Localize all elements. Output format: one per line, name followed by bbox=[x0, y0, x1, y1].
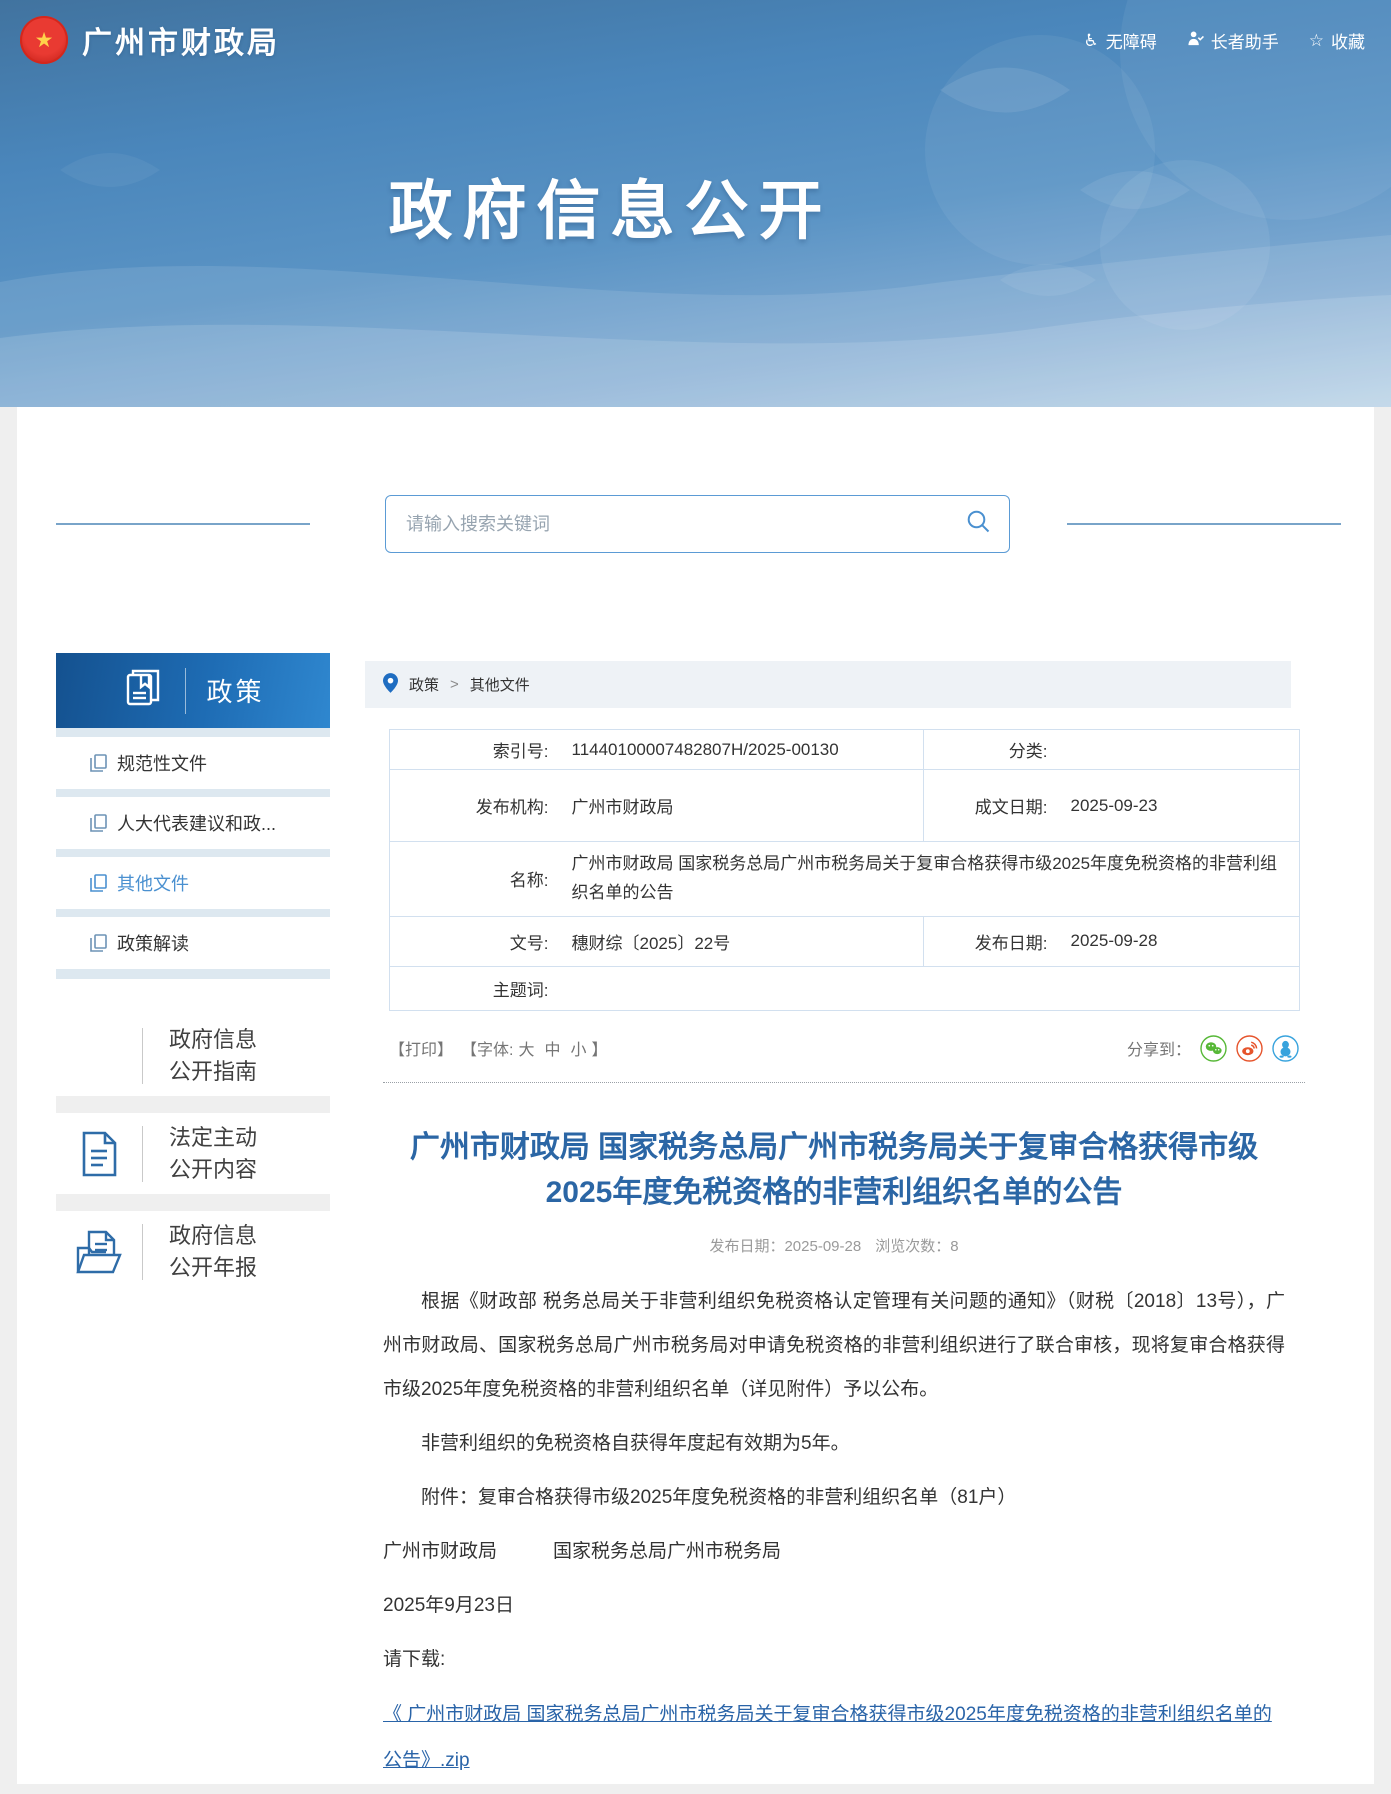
attachment-row: 《 广州市财政局 国家税务总局广州市税务局关于复审合格获得市级2025年度免税资… bbox=[383, 1692, 1285, 1784]
font-size-small[interactable]: 小 bbox=[571, 1036, 587, 1060]
doc-copy-icon bbox=[90, 754, 107, 772]
sidebar-boxes: 政府信息 公开指南 法定主动 公开内容 bbox=[56, 1015, 330, 1292]
publish-date-value: 2025-09-28 bbox=[1049, 916, 1300, 966]
signature-line: 广州市财政局 国家税务总局广州市税务局 bbox=[383, 1530, 1285, 1574]
paragraph: 非营利组织的免税资格自获得年度起有效期为5年。 bbox=[383, 1422, 1285, 1466]
wechat-share-icon[interactable] bbox=[1200, 1035, 1227, 1062]
signature-org-right: 国家税务总局广州市税务局 bbox=[553, 1541, 781, 1562]
sidebar-box-disclosure-guide[interactable]: 政府信息 公开指南 bbox=[56, 1015, 330, 1096]
views-label: 浏览次数： bbox=[875, 1238, 950, 1255]
sidebar: 政策 规范性文件 人大代表建议和政... bbox=[56, 653, 330, 1794]
written-date-label: 成文日期: bbox=[924, 770, 1049, 842]
site-name: 广州市财政局 bbox=[82, 18, 280, 62]
accessibility-link[interactable]: ♿ 无障碍 bbox=[1084, 28, 1157, 53]
share-label: 分享到： bbox=[1127, 1036, 1191, 1060]
name-value: 广州市财政局 国家税务总局广州市税务局关于复审合格获得市级2025年度免税资格的… bbox=[550, 842, 1300, 917]
name-label: 名称: bbox=[390, 842, 550, 917]
decor-line-left bbox=[56, 523, 310, 525]
divider bbox=[142, 1224, 143, 1280]
article-title: 广州市财政局 国家税务总局广州市税务局关于复审合格获得市级2025年度免税资格的… bbox=[399, 1125, 1269, 1215]
divider bbox=[185, 668, 186, 714]
category-label: 分类: bbox=[924, 730, 1049, 770]
font-size-prefix: 【字体: bbox=[461, 1036, 513, 1060]
article-body: 根据《财政部 税务总局关于非营利组织免税资格认定管理有关问题的通知》（财税〔20… bbox=[383, 1280, 1285, 1784]
decor-line-right bbox=[1067, 523, 1341, 525]
publish-date-label: 发布日期: bbox=[924, 916, 1049, 966]
doc-number-label: 文号: bbox=[390, 916, 550, 966]
sidebar-box-statutory-disclosure[interactable]: 法定主动 公开内容 bbox=[56, 1113, 330, 1194]
sidebar-menu: 规范性文件 人大代表建议和政... 其他文件 bbox=[56, 728, 330, 979]
search-box bbox=[385, 495, 1010, 553]
paragraph: 附件：复审合格获得市级2025年度免税资格的非营利组织名单（81户） bbox=[383, 1476, 1285, 1520]
favorite-link[interactable]: ☆ 收藏 bbox=[1309, 28, 1365, 53]
top-bar: ★ 广州市财政局 ♿ 无障碍 长者助手 ☆ 收藏 bbox=[0, 0, 1391, 80]
search-section bbox=[17, 407, 1374, 553]
divider bbox=[142, 1028, 143, 1084]
views-count: 8 bbox=[950, 1238, 958, 1255]
attachment-download-link[interactable]: 《 广州市财政局 国家税务总局广州市税务局关于复审合格获得市级2025年度免税资… bbox=[383, 1704, 1272, 1771]
publish-date-meta-label: 发布日期： bbox=[709, 1238, 784, 1255]
breadcrumb-current: 其他文件 bbox=[470, 674, 530, 695]
breadcrumb-separator: > bbox=[450, 676, 459, 693]
elder-assist-link[interactable]: 长者助手 bbox=[1187, 28, 1279, 53]
divider bbox=[142, 1126, 143, 1182]
page-title: 政府信息公开 bbox=[0, 160, 1306, 252]
article-toolbar: 【打印】 【字体: 大 中 小 】 分享到： bbox=[389, 1035, 1299, 1062]
print-button[interactable]: 【打印】 bbox=[389, 1036, 453, 1060]
sidebar-header-policy[interactable]: 政策 bbox=[56, 653, 330, 728]
keywords-value bbox=[550, 966, 1300, 1010]
breadcrumb: 政策 > 其他文件 bbox=[365, 661, 1291, 708]
sidebar-item-other-documents[interactable]: 其他文件 bbox=[56, 857, 330, 909]
written-date-value: 2025-09-23 bbox=[1049, 770, 1300, 842]
search-button[interactable] bbox=[947, 508, 1009, 540]
sidebar-item-npc-suggestions[interactable]: 人大代表建议和政... bbox=[56, 797, 330, 849]
location-pin-icon bbox=[383, 673, 398, 697]
font-size-suffix: 】 bbox=[592, 1036, 608, 1060]
paragraph: 根据《财政部 税务总局关于非营利组织免税资格认定管理有关问题的通知》（财税〔20… bbox=[383, 1280, 1285, 1412]
font-size-medium[interactable]: 中 bbox=[544, 1036, 560, 1060]
sidebar-item-normative-documents[interactable]: 规范性文件 bbox=[56, 737, 330, 789]
search-input[interactable] bbox=[386, 496, 947, 552]
sidebar-item-policy-interpretation[interactable]: 政策解读 bbox=[56, 917, 330, 969]
document-meta-table: 索引号: 11440100007482807H/2025-00130 分类: 发… bbox=[389, 729, 1300, 1011]
keywords-label: 主题词: bbox=[390, 966, 550, 1010]
doc-number-value: 穗财综〔2025〕22号 bbox=[550, 916, 924, 966]
top-links: ♿ 无障碍 长者助手 ☆ 收藏 bbox=[1084, 28, 1366, 53]
search-icon bbox=[965, 508, 992, 540]
sidebar-box-annual-report[interactable]: 政府信息 公开年报 bbox=[56, 1211, 330, 1292]
accessibility-icon: ♿ bbox=[1084, 32, 1099, 49]
doc-copy-icon bbox=[90, 874, 107, 892]
signature-org-left: 广州市财政局 bbox=[383, 1541, 497, 1562]
signature-date: 2025年9月23日 bbox=[383, 1584, 1285, 1628]
index-label: 索引号: bbox=[390, 730, 550, 770]
font-size-large[interactable]: 大 bbox=[518, 1036, 534, 1060]
breadcrumb-policy[interactable]: 政策 bbox=[409, 674, 439, 695]
download-label: 请下载: bbox=[383, 1638, 1285, 1682]
elder-assist-icon bbox=[1187, 30, 1204, 50]
policy-book-icon bbox=[121, 666, 165, 715]
article-meta: 发布日期：2025-09-28 浏览次数：8 bbox=[365, 1235, 1303, 1256]
dotted-divider bbox=[383, 1082, 1305, 1083]
doc-copy-icon bbox=[90, 934, 107, 952]
content-panel: 政策 规范性文件 人大代表建议和政... bbox=[17, 407, 1374, 1784]
index-value: 11440100007482807H/2025-00130 bbox=[550, 730, 924, 770]
favorite-star-icon: ☆ bbox=[1309, 32, 1324, 49]
site-brand[interactable]: ★ 广州市财政局 bbox=[20, 16, 280, 64]
category-value bbox=[1049, 730, 1300, 770]
national-emblem-icon: ★ bbox=[20, 16, 68, 64]
doc-copy-icon bbox=[90, 814, 107, 832]
qq-share-icon[interactable] bbox=[1272, 1035, 1299, 1062]
publisher-label: 发布机构: bbox=[390, 770, 550, 842]
publisher-value: 广州市财政局 bbox=[550, 770, 924, 842]
main-content: 政策 > 其他文件 索引号: 11440100007482807H/2025-0… bbox=[365, 653, 1303, 1794]
hero-banner: ★ 广州市财政局 ♿ 无障碍 长者助手 ☆ 收藏 政府信息公开 bbox=[0, 0, 1391, 407]
folder-report-icon bbox=[56, 1226, 142, 1278]
weibo-share-icon[interactable] bbox=[1236, 1035, 1263, 1062]
publish-date-meta: 2025-09-28 bbox=[784, 1238, 861, 1255]
document-icon bbox=[56, 1129, 142, 1179]
